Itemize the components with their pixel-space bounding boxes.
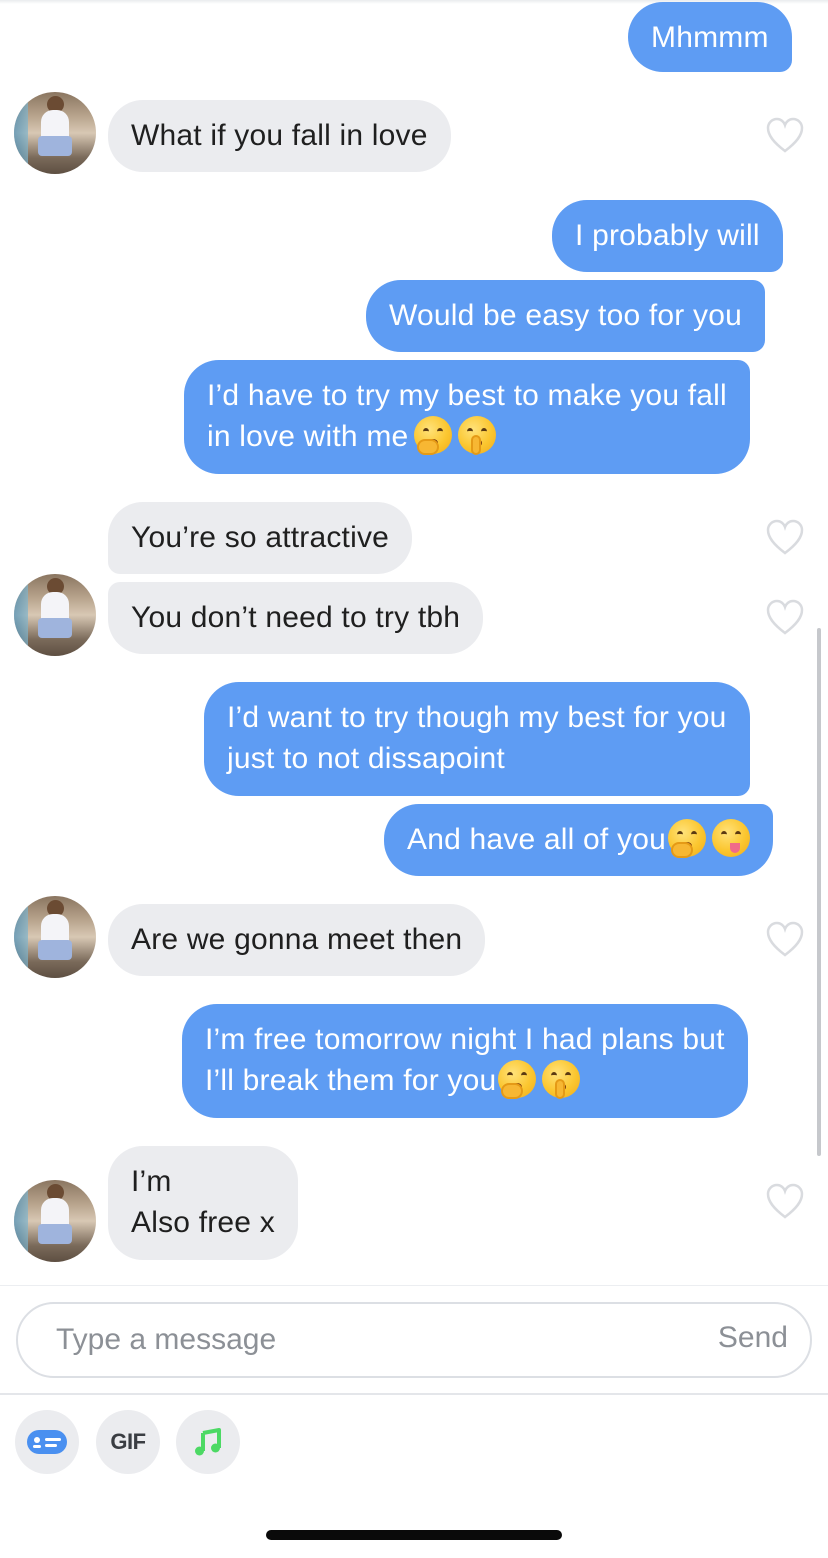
message-sent[interactable]: I’m free tomorrow night I had plans but … bbox=[182, 1004, 748, 1118]
send-button[interactable]: Send bbox=[718, 1321, 788, 1355]
face-with-hand-over-mouth-icon bbox=[667, 819, 706, 858]
message-text: You’re so attractive bbox=[131, 521, 390, 554]
message-text: Also free x bbox=[131, 1206, 275, 1239]
message-received[interactable]: I’m Also free x bbox=[108, 1146, 298, 1260]
avatar-background bbox=[14, 896, 28, 978]
message-sent[interactable]: Would be easy too for you bbox=[366, 280, 765, 352]
message-text: Would be easy too for you bbox=[389, 299, 742, 332]
message-text: I’m free tomorrow night I had plans but bbox=[205, 1023, 725, 1056]
gif-label: GIF bbox=[110, 1429, 146, 1454]
heart-icon[interactable] bbox=[765, 518, 805, 558]
heart-icon[interactable] bbox=[765, 920, 805, 960]
message-sent[interactable]: I’d have to try my best to make you fall… bbox=[184, 360, 750, 474]
face-with-finger-over-lips-icon bbox=[458, 416, 497, 455]
face-with-hand-over-mouth-icon bbox=[498, 1060, 537, 1099]
avatar[interactable] bbox=[14, 1180, 96, 1262]
message-text: I’m bbox=[131, 1165, 172, 1198]
message-card-icon bbox=[27, 1430, 67, 1454]
message-sent[interactable]: Mhmmm bbox=[628, 2, 792, 72]
message-card-button[interactable] bbox=[15, 1410, 79, 1474]
scrollbar[interactable] bbox=[817, 628, 821, 1156]
message-received[interactable]: You’re so attractive bbox=[108, 502, 413, 574]
message-received[interactable]: What if you fall in love bbox=[108, 100, 451, 172]
message-input[interactable] bbox=[56, 1318, 676, 1362]
music-note-icon bbox=[195, 1428, 221, 1456]
message-text: Mhmmm bbox=[651, 21, 769, 54]
heart-icon[interactable] bbox=[765, 116, 805, 156]
composer-divider bbox=[0, 1285, 828, 1286]
message-received[interactable]: You don’t need to try tbh bbox=[108, 582, 484, 654]
toolbar-divider bbox=[0, 1393, 828, 1395]
message-text: Are we gonna meet then bbox=[131, 923, 463, 956]
avatar-skirt bbox=[38, 618, 72, 638]
message-text: I’d have to try my best to make you fall bbox=[207, 379, 727, 412]
face-with-hand-over-mouth-icon bbox=[414, 416, 453, 455]
message-text: What if you fall in love bbox=[131, 119, 428, 152]
message-text: I probably will bbox=[575, 219, 760, 252]
gif-button[interactable]: GIF bbox=[96, 1410, 160, 1474]
composer: Send GIF bbox=[0, 1285, 828, 1558]
home-indicator[interactable] bbox=[266, 1530, 562, 1540]
avatar-skirt bbox=[38, 940, 72, 960]
avatar-background bbox=[14, 1180, 28, 1262]
message-text: And have all of you bbox=[407, 823, 666, 856]
avatar-background bbox=[14, 92, 28, 174]
message-sent[interactable]: I probably will bbox=[552, 200, 783, 272]
message-sent[interactable]: And have all of you bbox=[384, 804, 773, 876]
music-button[interactable] bbox=[176, 1410, 240, 1474]
message-thread[interactable]: Mhmmm What if you fall in love I probabl… bbox=[0, 0, 828, 1285]
face-savoring-food-icon bbox=[711, 819, 750, 857]
message-received[interactable]: Are we gonna meet then bbox=[108, 904, 486, 976]
message-input-container[interactable]: Send bbox=[16, 1302, 812, 1378]
heart-icon[interactable] bbox=[765, 1182, 805, 1222]
message-text: just to not dissapoint bbox=[227, 742, 505, 775]
avatar-skirt bbox=[38, 136, 72, 156]
avatar[interactable] bbox=[14, 896, 96, 978]
message-text: in love with me bbox=[207, 420, 409, 453]
heart-icon[interactable] bbox=[765, 598, 805, 638]
message-sent[interactable]: I’d want to try though my best for you j… bbox=[204, 682, 750, 796]
avatar-background bbox=[14, 574, 28, 656]
avatar[interactable] bbox=[14, 92, 96, 174]
face-with-finger-over-lips-icon bbox=[542, 1060, 581, 1099]
message-text: I’d want to try though my best for you bbox=[227, 701, 727, 734]
message-text: I’ll break them for you bbox=[205, 1064, 497, 1097]
avatar-skirt bbox=[38, 1224, 72, 1244]
avatar[interactable] bbox=[14, 574, 96, 656]
message-text: You don’t need to try tbh bbox=[131, 601, 461, 634]
